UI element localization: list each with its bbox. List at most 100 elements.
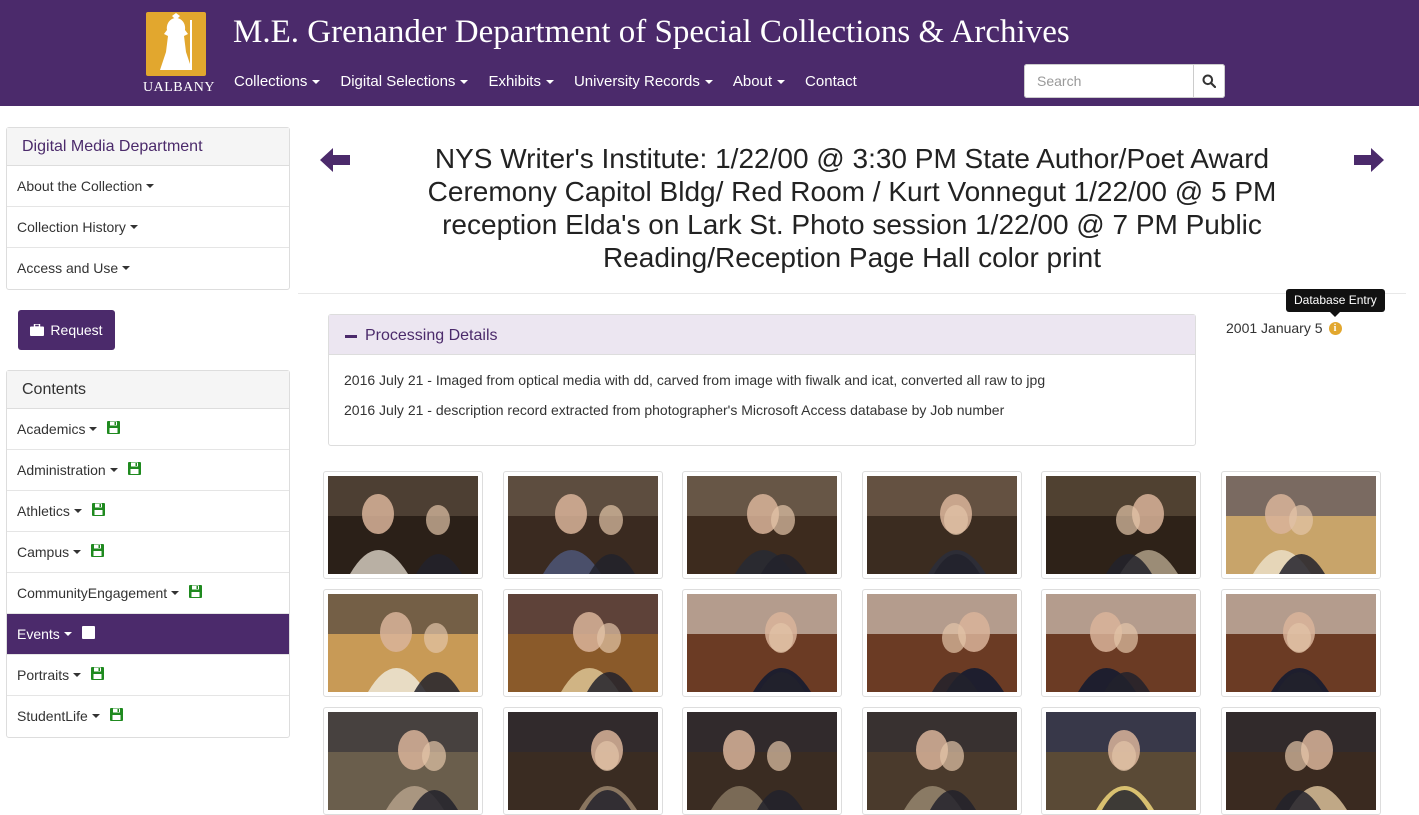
search-icon [1202, 74, 1216, 88]
request-button[interactable]: Request [18, 310, 115, 350]
nav-label: Exhibits [488, 73, 541, 90]
nav-label: Digital Selections [340, 73, 456, 90]
previous-arrow-icon[interactable] [318, 145, 352, 175]
database-entry-tooltip: Database Entry [1286, 289, 1385, 317]
floppy-disk-icon[interactable] [107, 421, 121, 434]
photo-thumbnail[interactable] [861, 471, 1022, 579]
caret-down-icon [91, 714, 100, 718]
logo-wordmark: UALBANY [143, 80, 215, 95]
contents-item-campus[interactable]: Campus [7, 532, 289, 573]
processing-details-panel: Processing Details 2016 July 21 - Imaged… [328, 314, 1196, 446]
collection-panel: Digital Media Department About the Colle… [6, 127, 290, 290]
caret-down-icon [777, 79, 786, 84]
photo-thumbnail[interactable] [861, 589, 1022, 697]
floppy-disk-icon[interactable] [109, 708, 123, 721]
caret-down-icon [73, 550, 82, 554]
request-label: Request [50, 322, 103, 338]
caret-down-icon [460, 79, 469, 84]
caret-down-icon [171, 591, 180, 595]
photo-image [1225, 712, 1376, 810]
contents-item-label: Administration [17, 462, 106, 478]
photo-thumbnail[interactable] [1220, 707, 1381, 815]
collection-menu-item[interactable]: Collection History [7, 207, 289, 248]
photo-image [687, 476, 837, 574]
contents-item-label: Athletics [17, 503, 70, 519]
minus-icon [345, 335, 357, 338]
date-text: 2001 January 5 [1226, 320, 1323, 336]
caret-down-icon [545, 79, 554, 84]
nav-label: University Records [573, 73, 700, 90]
photo-image [1225, 476, 1376, 574]
department-name[interactable]: Digital Media Department [22, 138, 203, 155]
caret-down-icon [129, 225, 138, 229]
contents-item-communityengagement[interactable]: CommunityEngagement [7, 573, 289, 614]
nav-contact[interactable]: Contact [805, 73, 857, 90]
photo-thumbnail[interactable] [682, 589, 842, 697]
caret-down-icon [312, 79, 321, 84]
site-title[interactable]: M.E. Grenander Department of Special Col… [233, 14, 1070, 51]
minerva-shield-icon [146, 12, 206, 76]
caret-down-icon [89, 427, 98, 431]
floppy-disk-icon[interactable] [91, 544, 105, 557]
search-input[interactable] [1024, 64, 1193, 98]
photo-image [507, 712, 658, 810]
floppy-disk-icon[interactable] [127, 462, 141, 475]
photo-thumbnail[interactable] [323, 589, 483, 697]
photo-thumbnail[interactable] [1041, 471, 1201, 579]
contents-item-label: Campus [17, 544, 70, 560]
photo-thumbnail[interactable] [1220, 589, 1381, 697]
nav-university-records[interactable]: University Records [574, 73, 713, 90]
photo-image [866, 476, 1017, 574]
photo-thumbnail[interactable] [1220, 471, 1381, 579]
photo-image [328, 594, 478, 692]
contents-item-administration[interactable]: Administration [7, 450, 289, 491]
next-arrow-icon[interactable] [1352, 145, 1386, 175]
photo-thumbnail[interactable] [861, 707, 1022, 815]
photo-thumbnail[interactable] [1041, 589, 1201, 697]
photo-thumbnail[interactable] [1041, 707, 1201, 815]
contents-item-studentlife[interactable]: StudentLife [7, 696, 289, 737]
contents-item-academics[interactable]: Academics [7, 409, 289, 450]
photo-thumbnail[interactable] [502, 707, 663, 815]
contents-item-events[interactable]: Events [7, 614, 289, 655]
collection-menu-item[interactable]: About the Collection [7, 166, 289, 207]
nav-exhibits[interactable]: Exhibits [488, 73, 554, 90]
divider [298, 293, 1406, 294]
contents-item-label: StudentLife [17, 708, 88, 724]
nav-digital-selections[interactable]: Digital Selections [340, 73, 469, 90]
nav-label: Collections [234, 73, 308, 90]
contents-heading: Contents [22, 381, 87, 398]
photo-thumbnail[interactable] [323, 707, 483, 815]
contents-item-portraits[interactable]: Portraits [7, 655, 289, 696]
photo-image [1225, 594, 1376, 692]
processing-details-toggle[interactable]: Processing Details [329, 315, 1195, 355]
photo-thumbnail[interactable] [682, 471, 842, 579]
caret-down-icon [63, 632, 72, 636]
ualbany-logo[interactable]: UALBANY [143, 10, 215, 96]
collection-menu-item[interactable]: Access and Use [7, 248, 289, 289]
floppy-disk-icon[interactable] [91, 503, 105, 516]
photo-thumbnail[interactable] [502, 471, 663, 579]
nav-collections[interactable]: Collections [234, 73, 321, 90]
nav-label: About [732, 73, 773, 90]
photo-image [1046, 712, 1196, 810]
photo-image [507, 476, 658, 574]
photo-image [328, 712, 478, 810]
main-nav: Collections Digital Selections Exhibits Uni… [234, 73, 857, 90]
search-button[interactable] [1193, 64, 1225, 98]
photo-thumbnail[interactable] [323, 471, 483, 579]
floppy-disk-icon[interactable] [81, 626, 95, 639]
photo-thumbnail[interactable] [502, 589, 663, 697]
nav-about[interactable]: About [732, 73, 786, 90]
collection-panel-title: Digital Media Department [7, 128, 289, 166]
caret-down-icon [73, 673, 82, 677]
menu-item-label: About the Collection [17, 178, 143, 194]
info-icon[interactable]: i [1328, 321, 1342, 335]
contents-item-athletics[interactable]: Athletics [7, 491, 289, 532]
photo-thumbnail[interactable] [682, 707, 842, 815]
photo-image [687, 712, 837, 810]
floppy-disk-icon[interactable] [189, 585, 203, 598]
floppy-disk-icon[interactable] [91, 667, 105, 680]
processing-details-heading: Processing Details [365, 327, 498, 344]
contents-panel: Contents Academics Administration Athletic… [6, 370, 290, 738]
